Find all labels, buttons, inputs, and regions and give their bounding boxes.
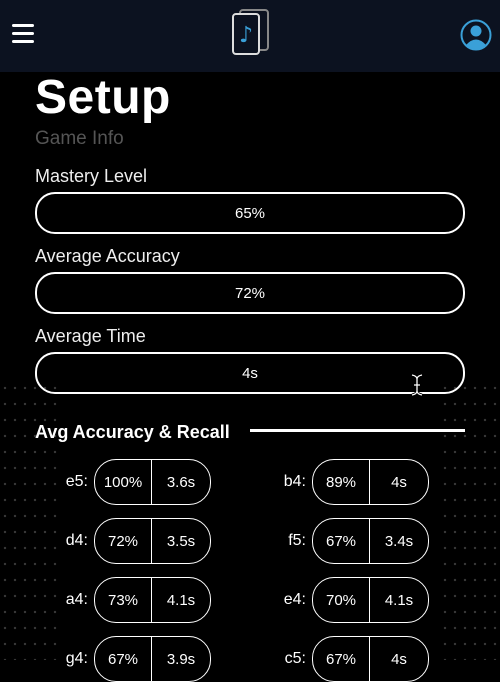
mastery-level-value: 65%: [35, 192, 465, 234]
note-label: b4:: [283, 473, 306, 490]
note-stat-pill: 73% 4.1s: [94, 577, 211, 623]
svg-text:♪: ♪: [239, 23, 253, 48]
note-stat-row: g4: 67% 3.9s: [60, 636, 211, 682]
hamburger-menu-icon[interactable]: [12, 24, 34, 44]
note-label: d4:: [65, 532, 88, 549]
note-time: 3.4s: [384, 532, 414, 550]
note-accuracy: 100%: [95, 460, 152, 504]
note-stat-pill: 72% 3.5s: [94, 518, 211, 564]
average-accuracy-value: 72%: [35, 272, 465, 314]
section-title: Avg Accuracy & Recall: [35, 422, 230, 442]
note-time: 4.1s: [384, 591, 414, 609]
note-stat-pill: 67% 4s: [312, 636, 429, 682]
note-time: 4s: [391, 650, 407, 668]
note-accuracy: 72%: [95, 519, 152, 563]
note-time: 3.5s: [166, 532, 196, 550]
note-stat-row: d4: 72% 3.5s: [60, 518, 211, 564]
note-label: e5:: [65, 473, 88, 490]
note-stat-pill: 89% 4s: [312, 459, 429, 505]
note-accuracy: 89%: [313, 460, 370, 504]
page-subtitle: Game Info: [35, 128, 124, 149]
page-title: Setup: [35, 71, 171, 124]
note-accuracy: 67%: [313, 637, 370, 681]
text-cursor-icon: [411, 374, 423, 396]
note-stat-row: e5: 100% 3.6s: [60, 459, 211, 505]
note-time: 3.9s: [166, 650, 196, 668]
note-stat-row: c5: 67% 4s: [278, 636, 429, 682]
mastery-level-label: Mastery Level: [35, 166, 148, 186]
section-divider: [250, 429, 465, 432]
note-label: g4:: [65, 650, 88, 667]
note-stat-row: b4: 89% 4s: [278, 459, 429, 505]
note-accuracy: 70%: [313, 578, 370, 622]
note-stat-pill: 67% 3.9s: [94, 636, 211, 682]
note-stat-pill: 70% 4.1s: [312, 577, 429, 623]
note-label: e4:: [283, 591, 306, 608]
note-time: 4s: [391, 473, 407, 491]
note-stat-row: a4: 73% 4.1s: [60, 577, 211, 623]
note-accuracy: 73%: [95, 578, 152, 622]
music-note-cards-logo: ♪: [232, 9, 269, 55]
average-time-value: 4s: [35, 352, 465, 394]
note-accuracy: 67%: [95, 637, 152, 681]
note-accuracy: 67%: [313, 519, 370, 563]
average-accuracy-label: Average Accuracy: [35, 246, 180, 266]
average-time-label: Average Time: [35, 326, 146, 346]
note-time: 3.6s: [166, 473, 196, 491]
note-label: c5:: [284, 650, 306, 667]
decorative-dots-right: [440, 380, 500, 660]
note-label: a4:: [65, 591, 88, 608]
note-stat-row: f5: 67% 3.4s: [278, 518, 429, 564]
top-bar: ♪: [0, 0, 500, 72]
note-time: 4.1s: [166, 591, 196, 609]
note-stat-pill: 100% 3.6s: [94, 459, 211, 505]
user-avatar-icon[interactable]: [460, 19, 492, 51]
note-stat-pill: 67% 3.4s: [312, 518, 429, 564]
note-stat-row: e4: 70% 4.1s: [278, 577, 429, 623]
note-label: f5:: [288, 532, 306, 549]
